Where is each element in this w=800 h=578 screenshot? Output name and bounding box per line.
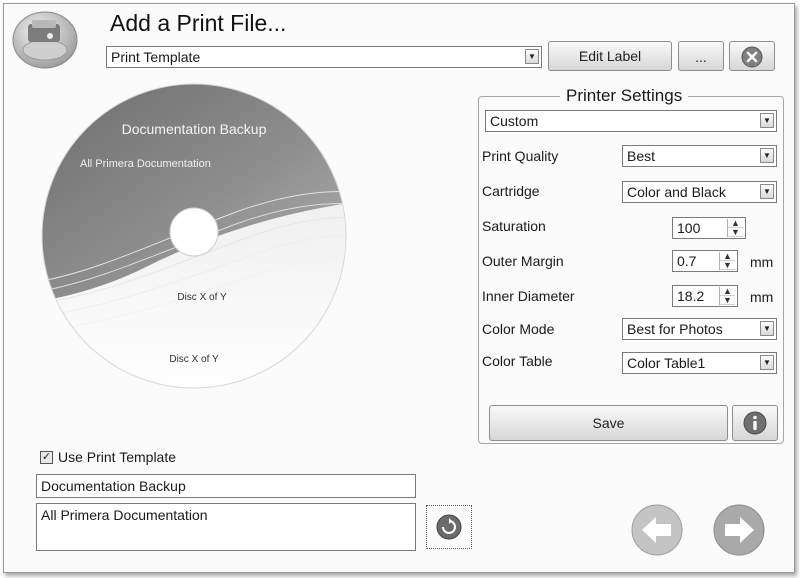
color-table-value: Color Table1 <box>627 355 706 371</box>
chevron-down-icon: ▼ <box>760 184 774 199</box>
color-mode-label: Color Mode <box>482 321 555 337</box>
printer-settings-legend: Printer Settings <box>560 86 689 106</box>
chevron-down-icon[interactable]: ▼ <box>720 296 735 305</box>
outer-margin-stepper[interactable]: 0.7 ▲ ▼ <box>672 250 738 272</box>
color-table-label: Color Table <box>482 353 553 369</box>
arrow-right-icon[interactable] <box>712 503 766 557</box>
print-quality-select[interactable]: Best ▼ <box>622 145 777 167</box>
chevron-down-icon: ▼ <box>760 321 774 336</box>
save-button[interactable]: Save <box>489 405 728 441</box>
more-button[interactable]: ... <box>678 41 724 71</box>
outer-margin-stepper-buttons[interactable]: ▲ ▼ <box>719 252 735 270</box>
print-quality-value: Best <box>627 148 656 164</box>
color-table-select[interactable]: Color Table1 ▼ <box>622 352 777 374</box>
inner-diameter-label: Inner Diameter <box>482 288 575 304</box>
outer-margin-unit: mm <box>750 254 774 270</box>
cartridge-select[interactable]: Color and Black ▼ <box>622 181 777 203</box>
inner-diameter-unit: mm <box>750 289 774 305</box>
inner-diameter-stepper-buttons[interactable]: ▲ ▼ <box>719 287 735 305</box>
color-mode-select[interactable]: Best for Photos ▼ <box>622 318 777 340</box>
refresh-icon <box>436 514 462 540</box>
chevron-down-icon: ▼ <box>760 113 774 128</box>
info-icon <box>743 411 767 435</box>
title-field[interactable]: Documentation Backup <box>36 474 416 498</box>
page-title: Add a Print File... <box>110 10 287 36</box>
cartridge-label: Cartridge <box>482 183 540 199</box>
saturation-stepper[interactable]: 100 ▲ ▼ <box>672 217 746 239</box>
template-select-value: Print Template <box>111 49 201 65</box>
saturation-label: Saturation <box>482 218 546 234</box>
chevron-down-icon: ▼ <box>760 148 774 163</box>
subtitle-field[interactable]: All Primera Documentation <box>36 503 416 551</box>
disc-printer-icon <box>12 11 78 69</box>
inner-diameter-stepper[interactable]: 18.2 ▲ ▼ <box>672 285 738 307</box>
print-quality-label: Print Quality <box>482 148 559 164</box>
disc-preview: Documentation Backup All Primera Documen… <box>41 83 347 389</box>
saturation-stepper-buttons[interactable]: ▲ ▼ <box>727 219 743 237</box>
chevron-down-icon: ▼ <box>760 355 774 370</box>
preset-select[interactable]: Custom ▼ <box>485 110 777 132</box>
close-icon <box>741 46 763 68</box>
outer-margin-value: 0.7 <box>677 253 697 269</box>
chevron-down-icon[interactable]: ▼ <box>720 261 735 270</box>
outer-margin-label: Outer Margin <box>482 253 564 269</box>
chevron-down-icon: ▼ <box>525 49 539 64</box>
chevron-down-icon[interactable]: ▼ <box>728 228 743 237</box>
refresh-button[interactable] <box>426 505 472 549</box>
disc-label-1: Disc X of Y <box>177 292 227 303</box>
use-template-label: Use Print Template <box>58 449 177 465</box>
disc-title: Documentation Backup <box>122 121 267 137</box>
disc-label-2: Disc X of Y <box>169 354 219 365</box>
inner-diameter-value: 18.2 <box>677 288 705 304</box>
disc-subtitle: All Primera Documentation <box>80 158 211 170</box>
preset-select-value: Custom <box>490 113 539 129</box>
edit-label-button[interactable]: Edit Label <box>548 41 672 71</box>
use-template-checkbox[interactable]: ✓ <box>40 451 53 464</box>
info-button[interactable] <box>732 405 778 441</box>
close-button[interactable] <box>729 41 775 71</box>
template-select[interactable]: Print Template ▼ <box>106 46 542 68</box>
saturation-value: 100 <box>677 220 701 236</box>
arrow-left-icon[interactable] <box>630 503 684 557</box>
cartridge-value: Color and Black <box>627 184 726 200</box>
color-mode-value: Best for Photos <box>627 321 723 337</box>
